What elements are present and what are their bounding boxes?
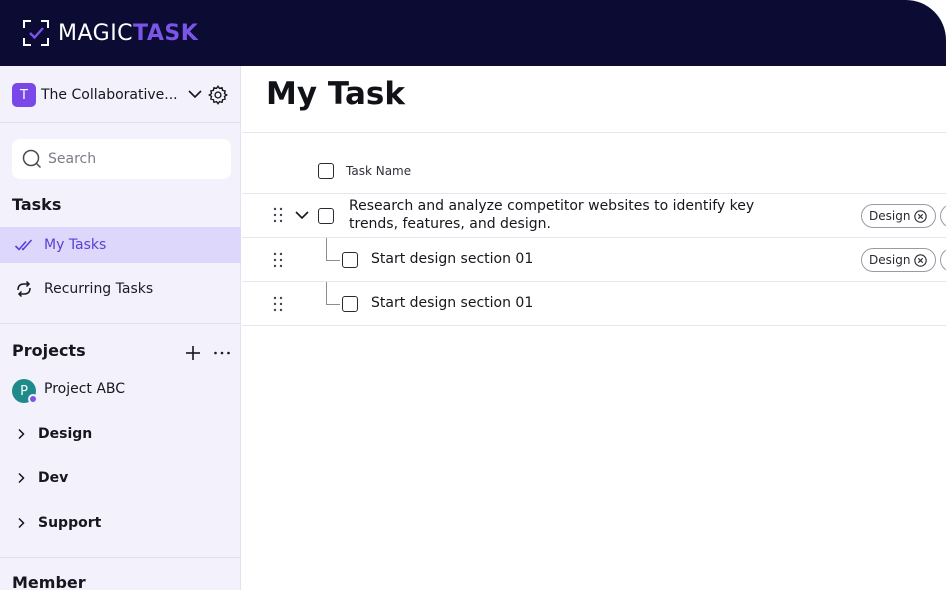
tree-connector	[326, 260, 340, 261]
brand-name: MAGICTASK	[58, 21, 198, 46]
app-window: MAGICTASK T The Collaborative... Search …	[0, 0, 946, 590]
sidebar-divider	[0, 122, 240, 123]
tag-label: Design	[869, 209, 911, 223]
member-section-title: Member	[12, 573, 86, 590]
double-check-icon	[14, 239, 33, 251]
brand-logo[interactable]: MAGICTASK	[22, 19, 198, 47]
add-project-icon[interactable]	[184, 344, 202, 362]
sidebar-divider	[0, 557, 240, 558]
project-name[interactable]: Project ABC	[44, 381, 125, 397]
tasks-section-title: Tasks	[12, 195, 62, 214]
chevron-down-icon[interactable]	[186, 85, 204, 103]
sidebar-divider	[0, 323, 240, 324]
folder-label: Dev	[38, 470, 69, 486]
sidebar-item-my-tasks[interactable]: My Tasks	[0, 227, 241, 263]
sidebar-item-label: Recurring Tasks	[44, 281, 154, 297]
subtask-title: Start design section 01	[371, 251, 534, 267]
sidebar: T The Collaborative... Search Tasks My T…	[0, 66, 241, 590]
task-title-line: Research and analyze competitor websites…	[349, 198, 755, 214]
tree-connector	[326, 304, 340, 305]
search-input[interactable]: Search	[12, 139, 231, 179]
row-divider	[242, 325, 946, 326]
tag-label: Design	[869, 253, 911, 267]
workspace-switcher[interactable]: T The Collaborative...	[12, 83, 228, 107]
row-divider	[242, 281, 946, 282]
sidebar-item-support[interactable]: Support	[14, 515, 101, 531]
sidebar-item-dev[interactable]: Dev	[14, 470, 68, 486]
subtask-title: Start design section 01	[371, 295, 534, 311]
tag-chip[interactable]	[940, 248, 946, 272]
folder-label: Design	[38, 426, 93, 442]
header-divider	[242, 193, 946, 194]
subtask-checkbox[interactable]	[342, 252, 358, 268]
title-divider	[242, 132, 946, 133]
chevron-right-icon	[18, 517, 25, 529]
drag-handle-icon[interactable]	[272, 252, 284, 268]
folder-label: Support	[38, 515, 102, 531]
select-all-checkbox[interactable]	[318, 163, 334, 179]
chevron-down-icon[interactable]	[294, 207, 310, 223]
chevron-right-icon	[18, 428, 25, 440]
sidebar-item-label: My Tasks	[44, 237, 107, 253]
search-icon	[22, 149, 42, 169]
search-placeholder: Search	[48, 151, 97, 167]
task-title-line: trends, features, and design.	[349, 216, 551, 232]
workspace-name: The Collaborative...	[41, 87, 178, 103]
brand-name-accent: TASK	[133, 20, 199, 46]
tag-chip[interactable]: Design	[861, 248, 937, 272]
project-status-dot	[28, 394, 38, 404]
column-header-task-name: Task Name	[346, 164, 412, 178]
projects-section-title: Projects	[12, 341, 86, 360]
chevron-right-icon	[18, 472, 25, 484]
task-title: Research and analyze competitor websites…	[349, 197, 754, 233]
page-title: My Task	[266, 76, 405, 112]
task-checkbox[interactable]	[318, 208, 334, 224]
gear-icon[interactable]	[207, 84, 229, 106]
sidebar-item-recurring-tasks[interactable]: Recurring Tasks	[0, 271, 241, 307]
main-content: My Task Task Name Research and analyze c…	[242, 66, 946, 590]
drag-handle-icon[interactable]	[272, 296, 284, 312]
top-bar: MAGICTASK	[0, 0, 946, 66]
repeat-icon	[17, 280, 31, 298]
subtask-checkbox[interactable]	[342, 296, 358, 312]
tag-chip[interactable]	[940, 204, 946, 228]
more-options-icon[interactable]	[212, 343, 232, 363]
workspace-avatar: T	[12, 83, 36, 107]
remove-tag-icon[interactable]	[914, 253, 928, 267]
remove-tag-icon[interactable]	[914, 209, 928, 223]
tree-connector	[326, 282, 327, 304]
tree-connector	[326, 238, 327, 260]
logo-check-icon	[23, 20, 49, 46]
sidebar-item-design[interactable]: Design	[14, 426, 92, 442]
tag-chip[interactable]: Design	[861, 204, 937, 228]
drag-handle-icon[interactable]	[272, 207, 284, 223]
row-divider	[242, 237, 946, 238]
brand-name-prefix: MAGIC	[58, 20, 134, 46]
